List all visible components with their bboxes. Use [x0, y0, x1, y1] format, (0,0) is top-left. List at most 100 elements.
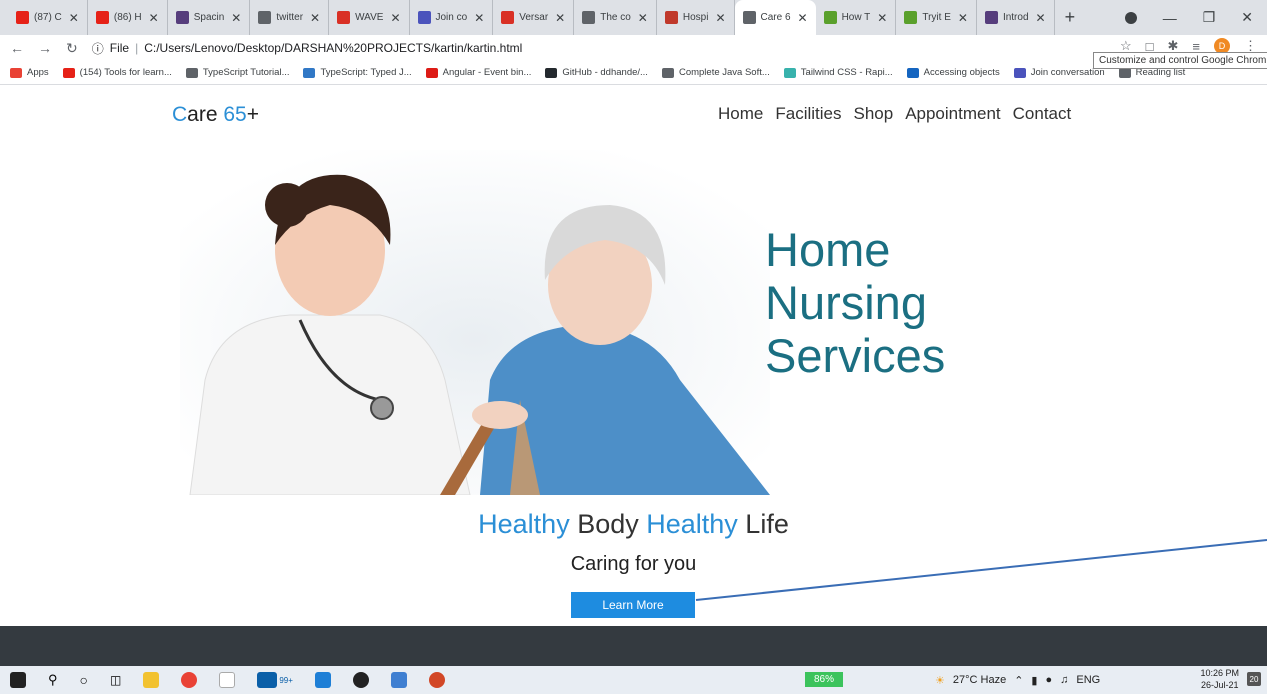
browser-tab[interactable]: Hospi ✕ — [657, 0, 735, 35]
nav-link-facilities[interactable]: Facilities — [775, 104, 841, 124]
bookmark-favicon-icon — [185, 67, 198, 78]
store-badge: 99+ — [279, 675, 293, 685]
restore-icon[interactable]: ❐ — [1203, 9, 1216, 26]
bookmark-item[interactable]: Angular - Event bin... — [425, 67, 531, 78]
site-logo[interactable]: Care 65+ — [172, 103, 259, 127]
bookmark-label: TypeScript: Typed J... — [320, 67, 412, 78]
vscode-icon[interactable] — [314, 672, 331, 688]
bookmark-item[interactable]: TypeScript Tutorial... — [185, 67, 289, 78]
tab-title: Introd — [1002, 12, 1029, 23]
tab-title: Join co — [435, 12, 468, 23]
wifi-icon[interactable]: ● — [1045, 674, 1052, 686]
tab-close-icon[interactable]: ✕ — [231, 11, 241, 25]
menu-tooltip: Customize and control Google Chrom — [1093, 52, 1267, 69]
tab-close-icon[interactable]: ✕ — [310, 11, 320, 25]
browser-tab[interactable]: Introd ✕ — [977, 0, 1055, 35]
record-icon[interactable] — [1124, 11, 1137, 24]
minimize-icon[interactable]: — — [1163, 10, 1177, 26]
tab-close-icon[interactable]: ✕ — [390, 11, 400, 25]
tab-close-icon[interactable]: ✕ — [69, 11, 79, 25]
tagline-word-4: Life — [737, 509, 789, 539]
bookmark-label: (154) Tools for learn... — [79, 67, 172, 78]
browser-tab[interactable]: twitter ✕ — [250, 0, 330, 35]
tab-title: How T — [841, 12, 871, 23]
tab-strip: (87) C ✕ (86) H ✕ Spacin ✕ twitter ✕ WAVE ✕ Join c… — [0, 0, 1267, 35]
app-icon[interactable] — [352, 672, 369, 688]
tab-favicon-icon — [258, 11, 272, 24]
notepad-icon[interactable] — [219, 672, 236, 688]
bookmark-item[interactable]: GitHub - ddhande/... — [545, 67, 648, 78]
back-icon[interactable]: ← — [10, 40, 24, 56]
info-icon[interactable]: ⓘ — [92, 40, 104, 57]
tab-close-icon[interactable]: ✕ — [555, 11, 565, 25]
bookmark-favicon-icon — [425, 67, 438, 78]
browser-tab[interactable]: Versar ✕ — [493, 0, 575, 35]
tray-expand-icon[interactable]: ⌃ — [1014, 674, 1023, 687]
forward-icon[interactable]: → — [38, 40, 52, 56]
tab-title: The co — [600, 12, 631, 23]
tab-close-icon[interactable]: ✕ — [798, 11, 808, 25]
bookmark-item[interactable]: Complete Java Soft... — [661, 67, 770, 78]
tab-close-icon[interactable]: ✕ — [1036, 11, 1046, 25]
url-separator: | — [135, 41, 139, 55]
battery-icon[interactable]: ▮ — [1031, 674, 1037, 687]
tab-close-icon[interactable]: ✕ — [715, 11, 725, 25]
browser-tab[interactable]: (87) C ✕ — [8, 0, 88, 35]
task-view-icon[interactable]: ◫ — [110, 673, 121, 687]
tab-title: (86) H — [113, 12, 142, 23]
tab-title: Tryit E — [922, 12, 951, 23]
language-indicator[interactable]: ENG — [1076, 674, 1100, 686]
nav-link-appointment[interactable]: Appointment — [905, 104, 1000, 124]
bookmark-item[interactable]: Accessing objects — [906, 67, 1000, 78]
reload-icon[interactable]: ↻ — [66, 40, 78, 57]
browser-tab[interactable]: WAVE ✕ — [329, 0, 410, 35]
tab-close-icon[interactable]: ✕ — [638, 11, 648, 25]
bookmark-item[interactable]: Tailwind CSS - Rapi... — [783, 67, 893, 78]
new-tab-icon[interactable]: + — [1055, 7, 1086, 28]
notification-center-icon[interactable]: 20 — [1247, 672, 1261, 686]
subtitle: Caring for you — [570, 553, 697, 575]
weather-icon[interactable]: ☀ — [935, 674, 945, 687]
bookmarks-bar: Apps (154) Tools for learn... TypeScript T… — [0, 61, 1267, 85]
browser-tab[interactable]: Care 6 ✕ — [734, 0, 816, 35]
photos-icon[interactable] — [390, 672, 407, 688]
chrome-icon[interactable] — [181, 672, 198, 688]
bookmark-favicon-icon — [303, 67, 316, 78]
close-icon[interactable]: ✕ — [1241, 9, 1253, 26]
volume-icon[interactable]: ♫ — [1060, 674, 1068, 686]
bookmark-item[interactable]: (154) Tools for learn... — [62, 67, 172, 78]
learn-more-button[interactable]: Learn More — [571, 592, 695, 618]
url-text[interactable]: C:/Users/Lenovo/Desktop/DARSHAN%20PROJEC… — [144, 41, 522, 55]
search-icon[interactable]: ⚲ — [48, 672, 58, 688]
tab-close-icon[interactable]: ✕ — [877, 11, 887, 25]
hero-image — [180, 150, 770, 495]
powerpoint-icon[interactable] — [428, 672, 445, 688]
bookmark-item[interactable]: Join conversation — [1013, 67, 1105, 78]
browser-tab[interactable]: The co ✕ — [574, 0, 657, 35]
tab-close-icon[interactable]: ✕ — [474, 11, 484, 25]
tab-close-icon[interactable]: ✕ — [149, 11, 159, 25]
tab-close-icon[interactable]: ✕ — [958, 11, 968, 25]
windows-start-icon[interactable] — [10, 672, 26, 688]
tab-favicon-icon — [664, 11, 678, 24]
weather-text[interactable]: 27°C Haze — [953, 674, 1006, 686]
store-icon[interactable]: 99+ — [257, 672, 293, 688]
bookmark-favicon-icon — [661, 67, 674, 78]
nav-link-shop[interactable]: Shop — [853, 104, 893, 124]
file-explorer-icon[interactable] — [143, 672, 160, 688]
browser-tab[interactable]: (86) H ✕ — [88, 0, 168, 35]
nav-link-contact[interactable]: Contact — [1013, 104, 1072, 124]
tab-favicon-icon — [417, 11, 431, 24]
bookmark-item[interactable]: TypeScript: Typed J... — [303, 67, 412, 78]
browser-tab[interactable]: Spacin ✕ — [168, 0, 251, 35]
clock[interactable]: 10:26 PM 26-Jul-21 — [1200, 667, 1239, 691]
bookmark-item[interactable]: Apps — [10, 67, 49, 78]
omnibox[interactable]: ⓘ File | C:/Users/Lenovo/Desktop/DARSHAN… — [92, 40, 523, 57]
browser-tab[interactable]: How T ✕ — [816, 0, 897, 35]
browser-tab[interactable]: Tryit E ✕ — [896, 0, 977, 35]
nav-link-home[interactable]: Home — [718, 104, 763, 124]
tab-title: Spacin — [193, 12, 225, 23]
cortana-icon[interactable]: ○ — [80, 672, 88, 688]
bookmark-label: GitHub - ddhande/... — [562, 67, 648, 78]
browser-tab[interactable]: Join co ✕ — [410, 0, 494, 35]
